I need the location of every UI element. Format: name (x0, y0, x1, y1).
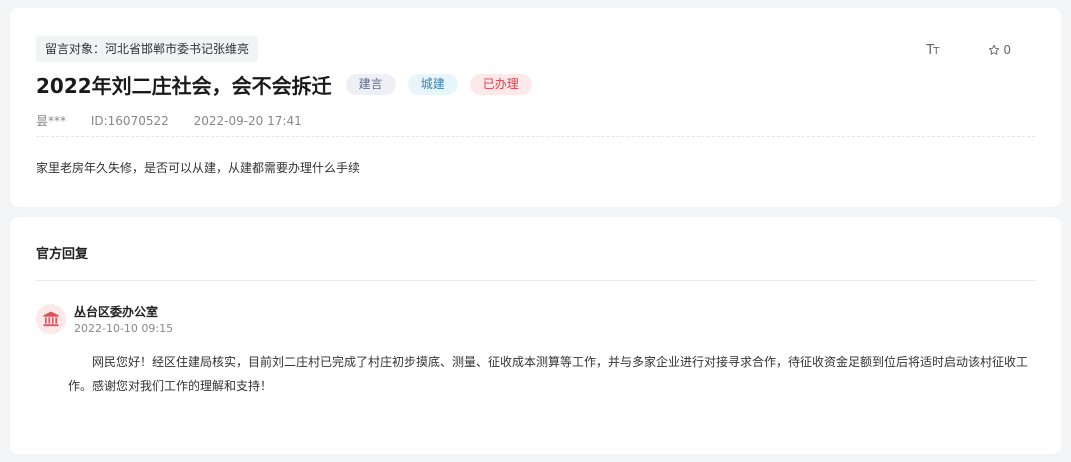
message-tools: TT 0 (926, 41, 1011, 59)
category-badge: 城建 (407, 73, 458, 95)
government-building-icon (43, 311, 59, 327)
reply-content: 网民您好！经区住建局核实，目前刘二庄村已完成了村庄初步摸底、测量、征收成本测算等… (68, 355, 1029, 393)
department-name: 丛台区委办公室 (74, 305, 159, 319)
author-name: 昙*** (36, 114, 67, 128)
star-icon (989, 44, 1000, 55)
message-datetime: 2022-09-20 17:41 (193, 114, 302, 128)
meta-divider (36, 136, 1035, 137)
type-badge: 建言 (345, 73, 396, 95)
recipient-label: 留言对象：河北省邯郸市委书记张维亮 (36, 36, 259, 62)
font-size-icon[interactable]: TT (926, 43, 939, 58)
message-meta: 昙*** ID:16070522 2022-09-20 17:41 (36, 112, 323, 129)
title-row: 2022年刘二庄社会，会不会拆迁 建言 城建 已办理 (36, 70, 532, 98)
department-avatar (36, 304, 66, 334)
reply-divider (36, 280, 1035, 281)
reply-card: 官方回复 丛台区委办公室 2022-10-10 09:15 网民您好！经区住建局… (10, 217, 1061, 454)
favorite-button[interactable]: 0 (988, 43, 1011, 57)
reply-heading: 官方回复 (36, 247, 89, 262)
status-badge: 已办理 (469, 73, 532, 95)
message-card: 留言对象：河北省邯郸市委书记张维亮 TT 0 2022年刘二庄社会，会不会拆迁 … (10, 8, 1061, 207)
message-id: ID:16070522 (90, 114, 169, 128)
page-title: 2022年刘二庄社会，会不会拆迁 (36, 73, 332, 98)
reply-datetime: 2022-10-10 09:15 (74, 322, 174, 335)
favorite-count: 0 (1003, 43, 1011, 57)
message-content: 家里老房年久失修，是否可以从建，从建都需要办理什么手续 (36, 161, 361, 175)
